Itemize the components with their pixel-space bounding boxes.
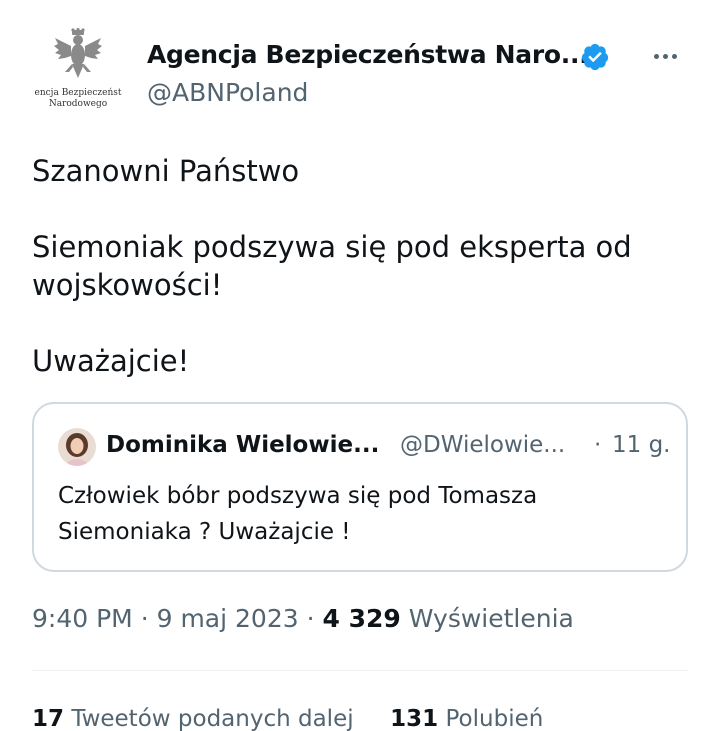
meta-separator: · xyxy=(140,604,149,633)
avatar-caption-line-1: encja Bezpieczeńst xyxy=(34,88,122,98)
quoted-tweet-card[interactable]: Dominika Wielowie... @DWielowie... · 11 … xyxy=(32,402,688,572)
views-label: Wyświetlenia xyxy=(408,604,574,633)
tweet-line-1: Szanowni Państwo xyxy=(32,154,300,188)
verified-badge-icon xyxy=(581,43,609,71)
divider xyxy=(32,670,688,671)
more-options-icon[interactable] xyxy=(654,54,677,59)
author-handle[interactable]: @ABNPoland xyxy=(147,78,308,107)
tweet-line-2: Siemoniak podszywa się pod eksperta od w… xyxy=(32,230,632,302)
quoted-separator: · xyxy=(594,432,602,458)
engagement-stats: 17 Tweetów podanych dalej 131 Polubień xyxy=(32,706,543,731)
avatar-caption: encja Bezpieczeńst Narodowego xyxy=(35,88,122,110)
meta-separator: · xyxy=(306,604,315,633)
retweets-link[interactable]: 17 Tweetów podanych dalej xyxy=(32,706,354,731)
tweet-text: Szanowni Państwo Siemoniak podszywa się … xyxy=(32,152,692,380)
tweet-date[interactable]: 9 maj 2023 xyxy=(157,604,299,633)
avatar-caption-line-2: Narodowego xyxy=(48,99,108,109)
likes-count: 131 xyxy=(390,706,439,731)
quoted-timestamp[interactable]: 11 g. xyxy=(612,432,671,458)
quoted-author-name[interactable]: Dominika Wielowie... xyxy=(106,432,379,458)
retweets-count: 17 xyxy=(32,706,65,731)
likes-label: Polubień xyxy=(445,706,544,731)
author-avatar[interactable]: encja Bezpieczeńst Narodowego xyxy=(30,28,126,116)
more-dot xyxy=(663,54,668,59)
tweet-time[interactable]: 9:40 PM xyxy=(32,604,133,633)
retweets-label: Tweetów podanych dalej xyxy=(71,706,354,731)
more-dot xyxy=(672,54,677,59)
tweet-meta: 9:40 PM · 9 maj 2023 · 4 329 Wyświetleni… xyxy=(32,604,574,633)
eagle-emblem-icon xyxy=(54,28,102,78)
quoted-author-handle[interactable]: @DWielowie... xyxy=(400,432,565,458)
quoted-author-avatar[interactable] xyxy=(58,428,96,466)
more-dot xyxy=(654,54,659,59)
person-photo-icon xyxy=(58,428,96,466)
tweet-line-3: Uważajcie! xyxy=(32,344,190,378)
likes-link[interactable]: 131 Polubień xyxy=(390,706,543,731)
views-count: 4 329 xyxy=(322,604,401,633)
quoted-tweet-text: Człowiek bóbr podszywa się pod Tomasza S… xyxy=(58,483,538,545)
author-display-name[interactable]: Agencja Bezpieczeństwa Naro... xyxy=(147,40,589,69)
